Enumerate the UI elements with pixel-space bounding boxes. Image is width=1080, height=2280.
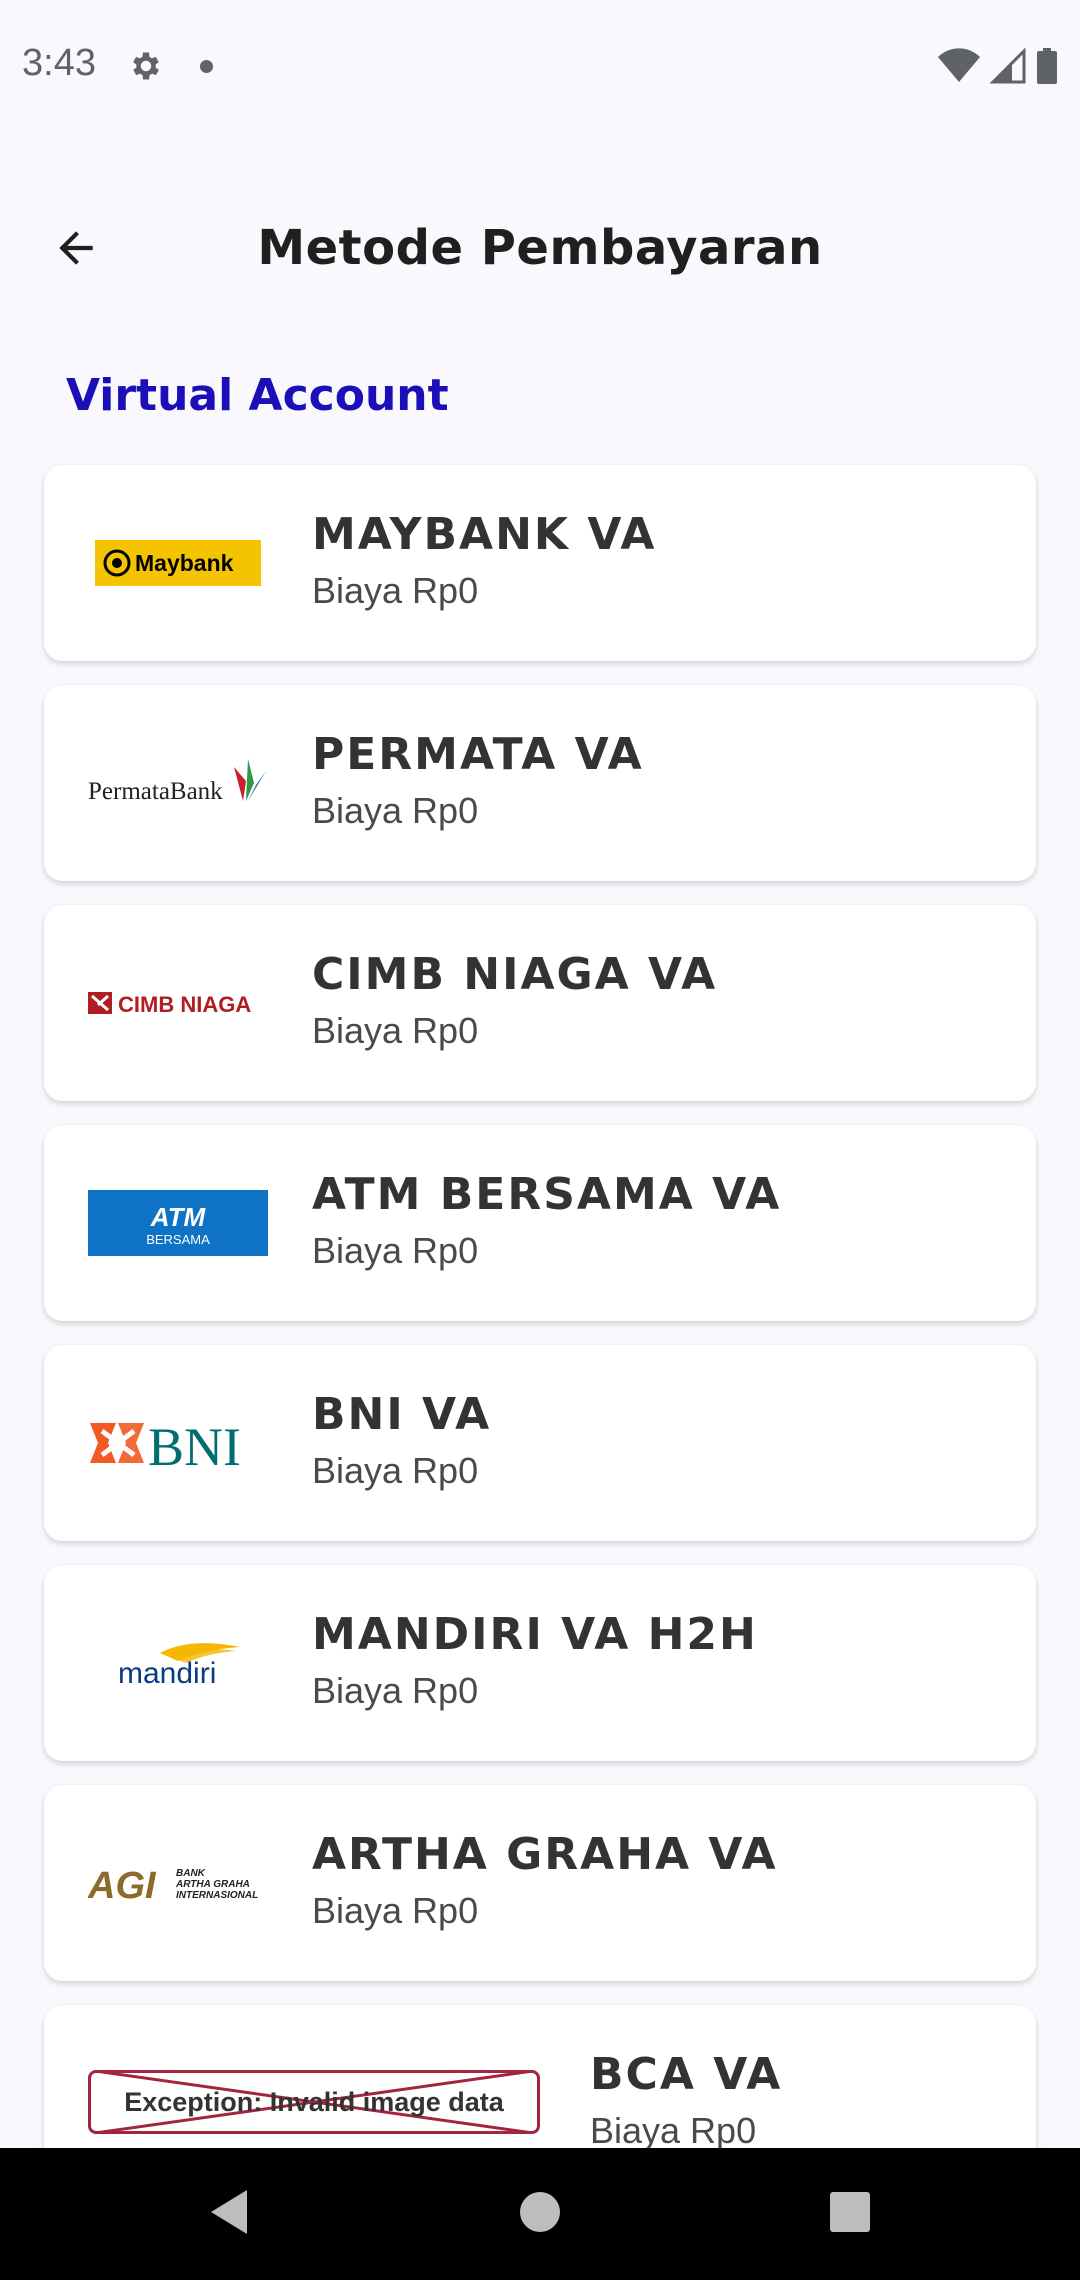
atm-bersama-logo: ATM BERSAMA: [88, 1188, 268, 1258]
payment-method-text: MANDIRI VA H2H Biaya Rp0: [312, 1609, 758, 1712]
payment-method-artha-graha[interactable]: AGI BANK ARTHA GRAHA INTERNASIONAL ARTHA…: [44, 1785, 1036, 1981]
status-icons: [938, 47, 1058, 88]
payment-method-mandiri[interactable]: mandiri MANDIRI VA H2H Biaya Rp0: [44, 1565, 1036, 1761]
payment-method-maybank[interactable]: Maybank MAYBANK VA Biaya Rp0: [44, 465, 1036, 661]
payment-method-text: ATM BERSAMA VA Biaya Rp0: [312, 1169, 781, 1272]
payment-method-text: PERMATA VA Biaya Rp0: [312, 729, 644, 832]
payment-method-list: Maybank MAYBANK VA Biaya Rp0 PermataBank…: [44, 465, 1036, 2225]
payment-method-name: ARTHA GRAHA VA: [312, 1829, 778, 1880]
payment-method-fee: Biaya Rp0: [312, 1450, 479, 1491]
bni-logo-text: BNI: [148, 1417, 241, 1473]
navigation-bar: [0, 2148, 1080, 2280]
svg-text:AGI: AGI: [88, 1865, 157, 1907]
payment-method-cimb-niaga[interactable]: CIMB NIAGA CIMB NIAGA VA Biaya Rp0: [44, 905, 1036, 1101]
payment-method-name: BCA VA: [590, 2049, 783, 2100]
screen: 3:43 Metode Pembayaran Virtual Account M…: [0, 0, 1080, 2280]
image-error-text: Exception: Invalid image data: [124, 2086, 504, 2117]
payment-method-name: CIMB NIAGA VA: [312, 949, 718, 1000]
image-error: Exception: Invalid image data: [88, 2070, 540, 2134]
status-time: 3:43: [22, 42, 96, 84]
payment-method-fee: Biaya Rp0: [312, 1010, 479, 1051]
payment-method-fee: Biaya Rp0: [312, 1890, 479, 1931]
payment-method-fee: Biaya Rp0: [312, 570, 479, 611]
payment-method-name: BNI VA: [312, 1389, 492, 1440]
payment-method-text: BCA VA Biaya Rp0: [590, 2049, 782, 2152]
nav-home-button[interactable]: [518, 2184, 562, 2244]
bni-logo: BNI: [88, 1408, 268, 1478]
app-bar: Metode Pembayaran: [0, 200, 1080, 300]
notification-dot-icon: [200, 60, 213, 73]
svg-text:BERSAMA: BERSAMA: [146, 1232, 210, 1247]
svg-text:ATM: ATM: [150, 1202, 207, 1232]
payment-method-permata[interactable]: PermataBank PERMATA VA Biaya Rp0: [44, 685, 1036, 881]
mandiri-logo-text: mandiri: [118, 1657, 216, 1690]
cimb-niaga-logo-text: CIMB NIAGA: [118, 992, 251, 1017]
page-title: Metode Pembayaran: [257, 220, 823, 276]
payment-method-name: MAYBANK VA: [312, 509, 657, 560]
artha-graha-logo: AGI BANK ARTHA GRAHA INTERNASIONAL: [88, 1848, 268, 1918]
nav-home-icon: [518, 2192, 562, 2244]
svg-text:INTERNASIONAL: INTERNASIONAL: [176, 1890, 258, 1901]
payment-method-name: ATM BERSAMA VA: [312, 1169, 782, 1220]
payment-method-name: MANDIRI VA H2H: [312, 1609, 758, 1660]
section-title: Virtual Account: [66, 370, 449, 421]
payment-method-bni[interactable]: BNI BNI VA Biaya Rp0: [44, 1345, 1036, 1541]
nav-recents-button[interactable]: [828, 2184, 872, 2244]
gear-icon: [128, 48, 164, 88]
maybank-logo-text: Maybank: [135, 550, 234, 576]
maybank-logo: Maybank: [88, 528, 268, 598]
wifi-icon: [938, 48, 980, 88]
cimb-niaga-logo: CIMB NIAGA: [88, 968, 268, 1038]
payment-method-fee: Biaya Rp0: [312, 790, 479, 831]
payment-method-atm-bersama[interactable]: ATM BERSAMA ATM BERSAMA VA Biaya Rp0: [44, 1125, 1036, 1321]
nav-recents-icon: [828, 2192, 872, 2244]
svg-text:ARTHA GRAHA: ARTHA GRAHA: [175, 1879, 250, 1890]
payment-method-text: MAYBANK VA Biaya Rp0: [312, 509, 656, 612]
permatabank-logo: PermataBank: [88, 748, 268, 818]
battery-icon: [1036, 48, 1058, 88]
payment-method-text: CIMB NIAGA VA Biaya Rp0: [312, 949, 717, 1052]
payment-method-text: BNI VA Biaya Rp0: [312, 1389, 491, 1492]
payment-method-fee: Biaya Rp0: [312, 1230, 479, 1271]
svg-text:BANK: BANK: [176, 1868, 206, 1879]
payment-method-name: PERMATA VA: [312, 729, 644, 780]
payment-method-fee: Biaya Rp0: [312, 1670, 479, 1711]
payment-method-fee: Biaya Rp0: [590, 2110, 757, 2151]
status-bar: 3:43: [0, 0, 1080, 134]
payment-method-text: ARTHA GRAHA VA Biaya Rp0: [312, 1829, 778, 1932]
permatabank-logo-text: PermataBank: [88, 778, 223, 805]
nav-back-icon: [205, 2190, 253, 2244]
signal-icon: [989, 47, 1026, 88]
nav-back-button[interactable]: [205, 2184, 253, 2244]
mandiri-logo: mandiri: [88, 1628, 268, 1698]
